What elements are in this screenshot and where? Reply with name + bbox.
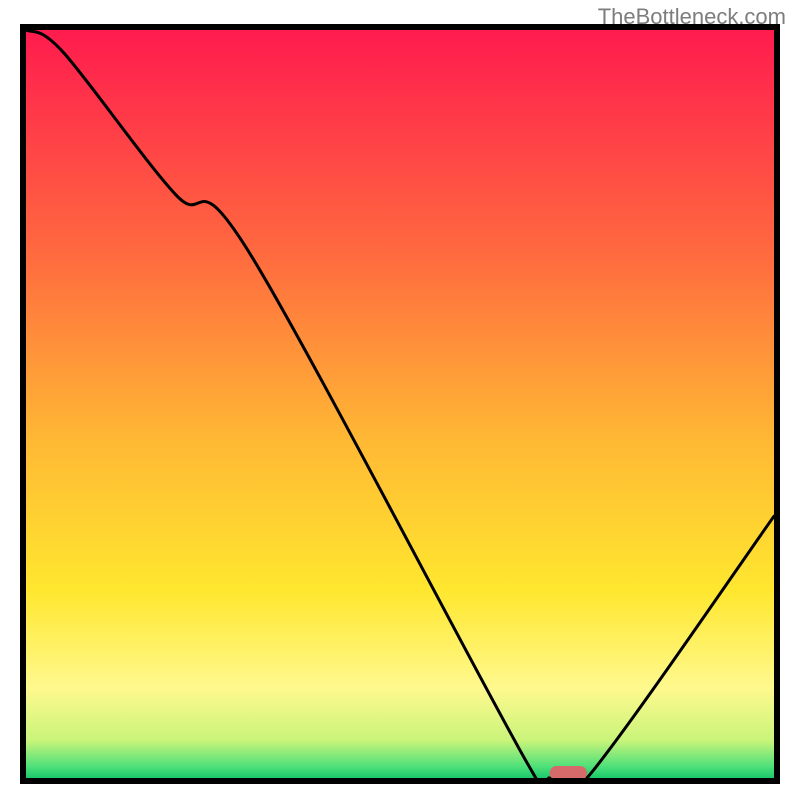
chart-background	[26, 30, 774, 778]
chart-canvas	[26, 30, 774, 778]
watermark-text: TheBottleneck.com	[598, 4, 786, 30]
bottleneck-chart	[20, 24, 780, 784]
optimal-marker	[550, 766, 587, 778]
